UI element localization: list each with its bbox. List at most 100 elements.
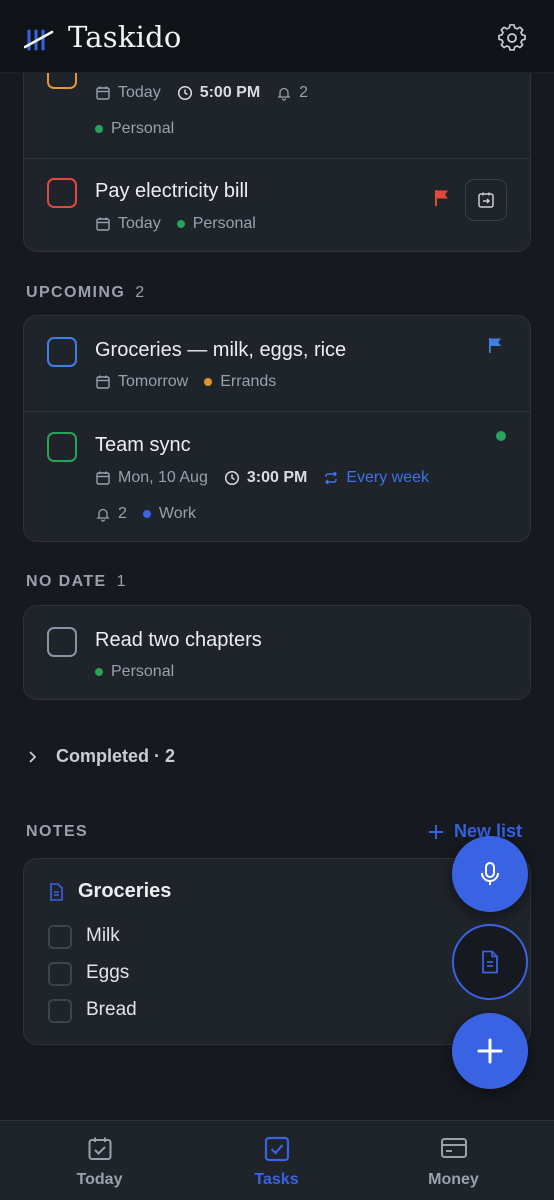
note-item-checkbox[interactable]: [48, 962, 72, 986]
task-date: Today: [118, 215, 161, 232]
note-item-label: Milk: [86, 925, 120, 946]
task-date: Tomorrow: [118, 373, 189, 390]
task-checkbox[interactable]: [47, 627, 77, 657]
gear-icon[interactable]: [498, 24, 526, 52]
reminder-chip: 2: [276, 84, 308, 102]
section-count: 1: [116, 573, 126, 590]
status-dot: [496, 431, 506, 441]
nav-label: Money: [428, 1171, 479, 1188]
task-row[interactable]: Pay electricity bill Today Personal: [24, 158, 530, 253]
note-item-label: Eggs: [86, 962, 130, 983]
date-chip: Tomorrow: [95, 373, 188, 391]
completed-toggle[interactable]: Completed · 2: [26, 746, 175, 767]
checkbox-icon: [264, 1136, 289, 1162]
task-meta: Tomorrow Errands: [95, 371, 292, 393]
calendar-icon: [96, 375, 110, 389]
note-item-checkbox[interactable]: [48, 999, 72, 1023]
completed-label: Completed · 2: [56, 746, 176, 766]
list-chip: Work: [142, 505, 196, 523]
document-icon: [482, 950, 498, 974]
date-chip: Today: [95, 84, 161, 102]
flag-icon[interactable]: [434, 189, 450, 207]
section-label: NO DATE: [26, 573, 107, 590]
list-chip: Errands: [204, 373, 276, 391]
calendar-icon: [96, 471, 110, 485]
note-title-text: Groceries: [78, 880, 172, 902]
task-row[interactable]: Team sync Mon, 10 Aug 3:00 PM Every week: [24, 411, 530, 543]
task-checkbox[interactable]: [47, 432, 77, 462]
voice-input-button[interactable]: [452, 836, 528, 912]
bell-icon: [96, 508, 110, 522]
flag-icon[interactable]: [488, 337, 503, 354]
bottom-navigation: Today Tasks Money: [0, 1120, 554, 1200]
note-title: Groceries: [50, 880, 172, 903]
repeat-icon: [325, 471, 338, 485]
list-name: Work: [158, 505, 196, 522]
section-header-notes: NOTES: [26, 823, 88, 841]
document-icon: [50, 882, 63, 901]
task-time: 5:00 PM: [199, 84, 261, 101]
upcoming-card: Groceries — milk, eggs, rice Tomorrow Er…: [23, 315, 531, 542]
nav-item-money[interactable]: Money: [361, 1121, 546, 1200]
clock-icon: [177, 85, 192, 101]
calendar-icon: [96, 217, 110, 231]
list-name: Errands: [220, 373, 277, 390]
date-chip: Mon, 10 Aug: [95, 469, 208, 487]
add-task-button[interactable]: [452, 1013, 528, 1089]
nav-label: Tasks: [254, 1171, 299, 1188]
section-header-upcoming: UPCOMING 2: [26, 284, 144, 302]
list-chip: Personal: [176, 215, 256, 233]
note-item-label: Bread: [86, 999, 137, 1020]
section-header-no-date: NO DATE 1: [26, 573, 126, 591]
task-time: 3:00 PM: [246, 469, 308, 486]
reminder-count: 2: [118, 505, 127, 522]
no-date-card: Read two chapters Personal: [23, 605, 531, 700]
schedule-button[interactable]: [465, 179, 507, 221]
app-title: Taskido: [68, 20, 182, 54]
task-row[interactable]: Groceries — milk, eggs, rice Tomorrow Er…: [24, 316, 530, 411]
task-title: Team sync: [95, 434, 191, 456]
calendar-check-icon: [88, 1137, 111, 1160]
list-color-dot: [95, 668, 103, 676]
task-title: Pay electricity bill: [95, 180, 249, 202]
list-color-dot: [95, 125, 103, 133]
plus-icon: [429, 824, 443, 839]
app-header: Taskido: [0, 0, 554, 73]
logo-icon: [24, 29, 54, 51]
calendar-icon: [96, 86, 110, 100]
section-label: UPCOMING: [26, 284, 126, 301]
task-checkbox[interactable]: [47, 337, 77, 367]
reminder-chip: 2: [95, 505, 127, 523]
repeat-label: Every week: [346, 469, 430, 486]
task-checkbox[interactable]: [47, 178, 77, 208]
time-chip: 3:00 PM: [224, 469, 307, 487]
reminder-count: 2: [299, 84, 309, 101]
microphone-icon: [481, 862, 499, 885]
calendar-move-icon: [478, 192, 494, 208]
repeat-chip: Every week: [323, 469, 429, 487]
task-meta: Today Personal: [95, 213, 272, 235]
plus-icon: [477, 1038, 503, 1064]
task-row[interactable]: Read two chapters Personal: [24, 606, 530, 701]
task-title: Read two chapters: [95, 629, 262, 651]
task-date: Today: [118, 84, 161, 101]
list-name: Personal: [111, 120, 175, 137]
nav-label: Today: [76, 1171, 123, 1188]
section-count: 2: [135, 284, 145, 301]
new-note-button[interactable]: [452, 924, 528, 1000]
task-date: Mon, 10 Aug: [118, 469, 208, 486]
task-title: Groceries — milk, eggs, rice: [95, 339, 347, 361]
bell-icon: [277, 87, 291, 101]
nav-item-tasks[interactable]: Tasks: [184, 1121, 369, 1200]
task-list-tag: Personal: [95, 661, 174, 683]
task-meta: Today 5:00 PM 2: [95, 82, 324, 104]
list-color-dot: [176, 220, 185, 228]
list-name: Personal: [192, 215, 256, 232]
note-item-checkbox[interactable]: [48, 925, 72, 949]
nav-item-today[interactable]: Today: [7, 1121, 192, 1200]
list-color-dot: [142, 510, 151, 518]
list-color-dot: [204, 378, 213, 386]
task-meta-secondary: 2 Work: [95, 503, 212, 525]
chevron-right-icon: [29, 750, 37, 763]
clock-icon: [224, 470, 239, 486]
